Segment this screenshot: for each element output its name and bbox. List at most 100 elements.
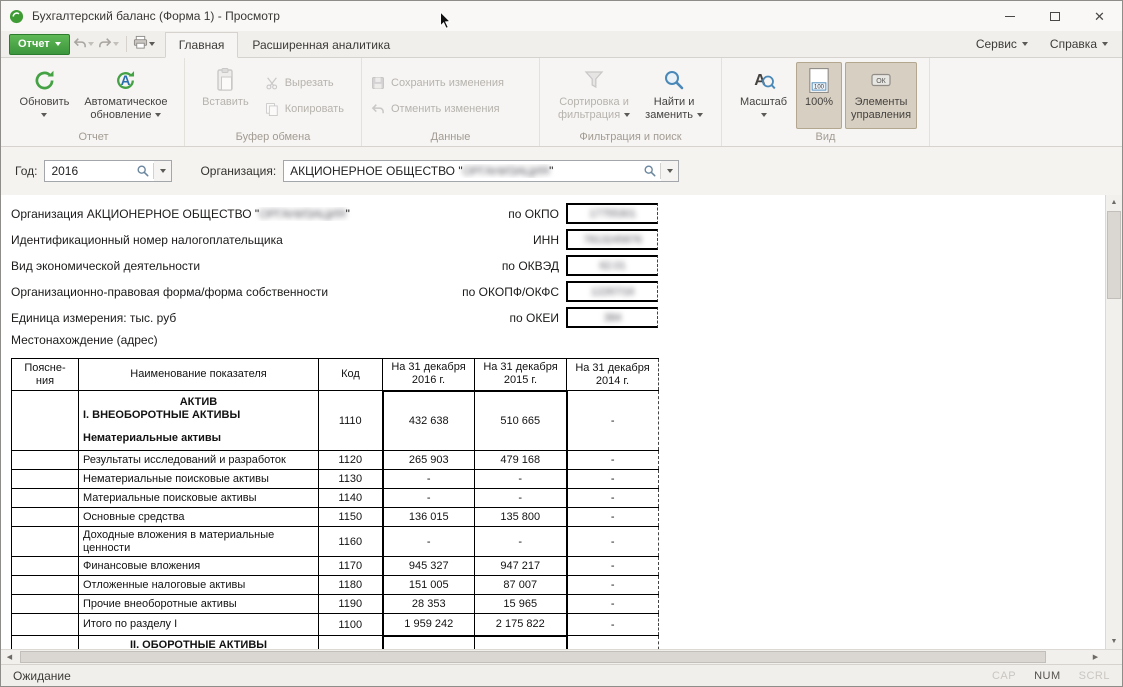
window-controls: ✕ [987,1,1122,31]
button-label: Вставить [202,96,249,109]
redacted-org-name: ОРГАНИЗАЦИЯ [259,207,345,221]
organization-dropdown-button[interactable] [661,161,678,181]
table-cell: 510 665 [475,391,567,451]
horizontal-scroll-track[interactable] [18,650,1087,664]
scroll-down-button[interactable]: ▼ [1106,634,1122,649]
maximize-button[interactable] [1032,1,1077,31]
organization-input[interactable]: АКЦИОНЕРНОЕ ОБЩЕСТВО "ОРГАНИЗАЦИЯ" [284,164,640,178]
table-cell: 135 800 [475,508,567,527]
auto-refresh-button[interactable]: AАвтоматическоеобновление [78,62,173,129]
help-menu[interactable]: Справка [1050,37,1108,51]
zoom-button[interactable]: AМасштаб [734,62,793,129]
discard-changes-button[interactable]: Отменить изменения [364,98,506,120]
table-row: Материальные поисковые активы1140--- [12,489,659,508]
table-cell [12,576,79,595]
zoom-100-button[interactable]: 100 100% [796,62,842,129]
scroll-left-button[interactable]: ◀ [1,650,18,664]
find-replace-button[interactable]: Найти изаменить [639,62,709,129]
refresh-button[interactable]: Обновить [14,62,76,129]
tab-rasshirennaya-analitika[interactable]: Расширенная аналитика [238,32,404,58]
ribbon-group-filter-search: Сортировка ифильтрацияНайти изаменитьФил… [540,58,722,146]
chevron-down-icon [149,42,155,46]
table-cell [12,391,79,451]
balance-table: Поясне-нияНаименование показателяКодНа 3… [11,358,659,649]
close-button[interactable]: ✕ [1077,1,1122,31]
button-label: Вырезать [285,77,334,89]
table-cell: 87 007 [475,576,567,595]
auto-refresh-icon: A [113,66,138,94]
table-cell [12,614,79,636]
table-row: Прочие внеоборотные активы119028 35315 9… [12,595,659,614]
redacted-value: 62.01 [599,260,625,272]
table-cell: 1 959 242 [383,614,475,636]
table-cell: 1180 [319,576,383,595]
table-cell: 432 638 [383,391,475,451]
table-cell: Нематериальные поисковые активы [79,470,319,489]
button-label: Отменить изменения [391,103,500,115]
ribbon-group-label: Фильтрация и поиск [542,129,719,146]
okved-value-box: 62.01 [566,255,658,276]
table-cell [12,636,79,650]
button-label: 100% [805,96,833,109]
table-cell: - [475,470,567,489]
organization-combo[interactable]: АКЦИОНЕРНОЕ ОБЩЕСТВО "ОРГАНИЗАЦИЯ" [283,160,679,182]
save-changes-button[interactable]: Сохранить изменения [364,72,510,94]
table-cell: Материальные поисковые активы [79,489,319,508]
scroll-right-button[interactable]: ▶ [1087,650,1104,664]
cut-button[interactable]: Вырезать [258,72,350,94]
zoom-icon: A [752,66,776,94]
header-row-okved: Вид экономической деятельности по ОКВЭД … [11,255,658,276]
header-row-okpo: Организация АКЦИОНЕРНОЕ ОБЩЕСТВО "ОРГАНИ… [11,203,658,224]
button-label: Автоматическоеобновление [84,96,167,122]
horizontal-scroll-thumb[interactable] [20,651,1046,663]
table-cell: АКТИВI. ВНЕОБОРОТНЫЕ АКТИВЫНематериальны… [79,391,319,451]
paste-button[interactable]: Вставить [196,62,255,129]
year-input[interactable]: 2016 [45,164,133,178]
print-button[interactable] [133,34,155,54]
filter-bar: Год: 2016 Организация: АКЦИОНЕРНОЕ ОБЩЕС… [1,147,1122,195]
page100-icon: 100 [808,66,830,94]
ribbon-tabs: ГлавнаяРасширенная аналитика [165,32,404,57]
table-cell [383,636,475,650]
table-column-header: На 31 декабря2016 г. [383,359,475,391]
redo-button[interactable] [98,34,120,54]
search-icon[interactable] [640,161,660,181]
tab-glavnaya[interactable]: Главная [165,32,239,58]
svg-text:ОК: ОК [876,78,886,85]
minimize-button[interactable] [987,1,1032,31]
quick-access-toolbar: Отчет [9,34,155,55]
year-dropdown-button[interactable] [154,161,171,181]
table-cell: Результаты исследований и разработок [79,451,319,470]
controls-button[interactable]: ОКЭлементыуправления [845,62,917,129]
sort-filter-button[interactable]: Сортировка ифильтрация [552,62,636,129]
table-cell: - [567,557,659,576]
ribbon-group-label: Вид [724,129,927,146]
service-menu-label: Сервис [976,37,1017,51]
button-label: Сохранить изменения [391,77,504,89]
maximize-icon [1050,12,1060,21]
table-cell: 1110 [319,391,383,451]
table-cell [12,595,79,614]
table-column-header: На 31 декабря2015 г. [475,359,567,391]
horizontal-scrollbar[interactable]: ◀ ▶ [1,649,1122,664]
service-menu[interactable]: Сервис [976,37,1028,51]
table-cell: - [567,595,659,614]
search-icon[interactable] [133,161,153,181]
table-column-header: Наименование показателя [79,359,319,391]
chevron-down-icon [41,113,47,117]
chevron-down-icon [1102,42,1108,46]
report-menu-button[interactable]: Отчет [9,34,70,55]
okved-label: по ОКВЭД [502,259,559,273]
scroll-up-button[interactable]: ▲ [1106,195,1122,210]
year-combo[interactable]: 2016 [44,160,172,182]
copy-button[interactable]: Копировать [258,98,350,120]
table-cell: 265 903 [383,451,475,470]
okei-label: по ОКЕИ [510,311,559,325]
table-cell: 1100 [319,614,383,636]
chevron-down-icon [55,42,61,46]
table-cell: 1160 [319,527,383,557]
vertical-scrollbar[interactable]: ▲ ▼ [1105,195,1122,649]
undo-button[interactable] [73,34,95,54]
vertical-scroll-thumb[interactable] [1107,211,1121,299]
org-label: Организация: [200,164,276,178]
